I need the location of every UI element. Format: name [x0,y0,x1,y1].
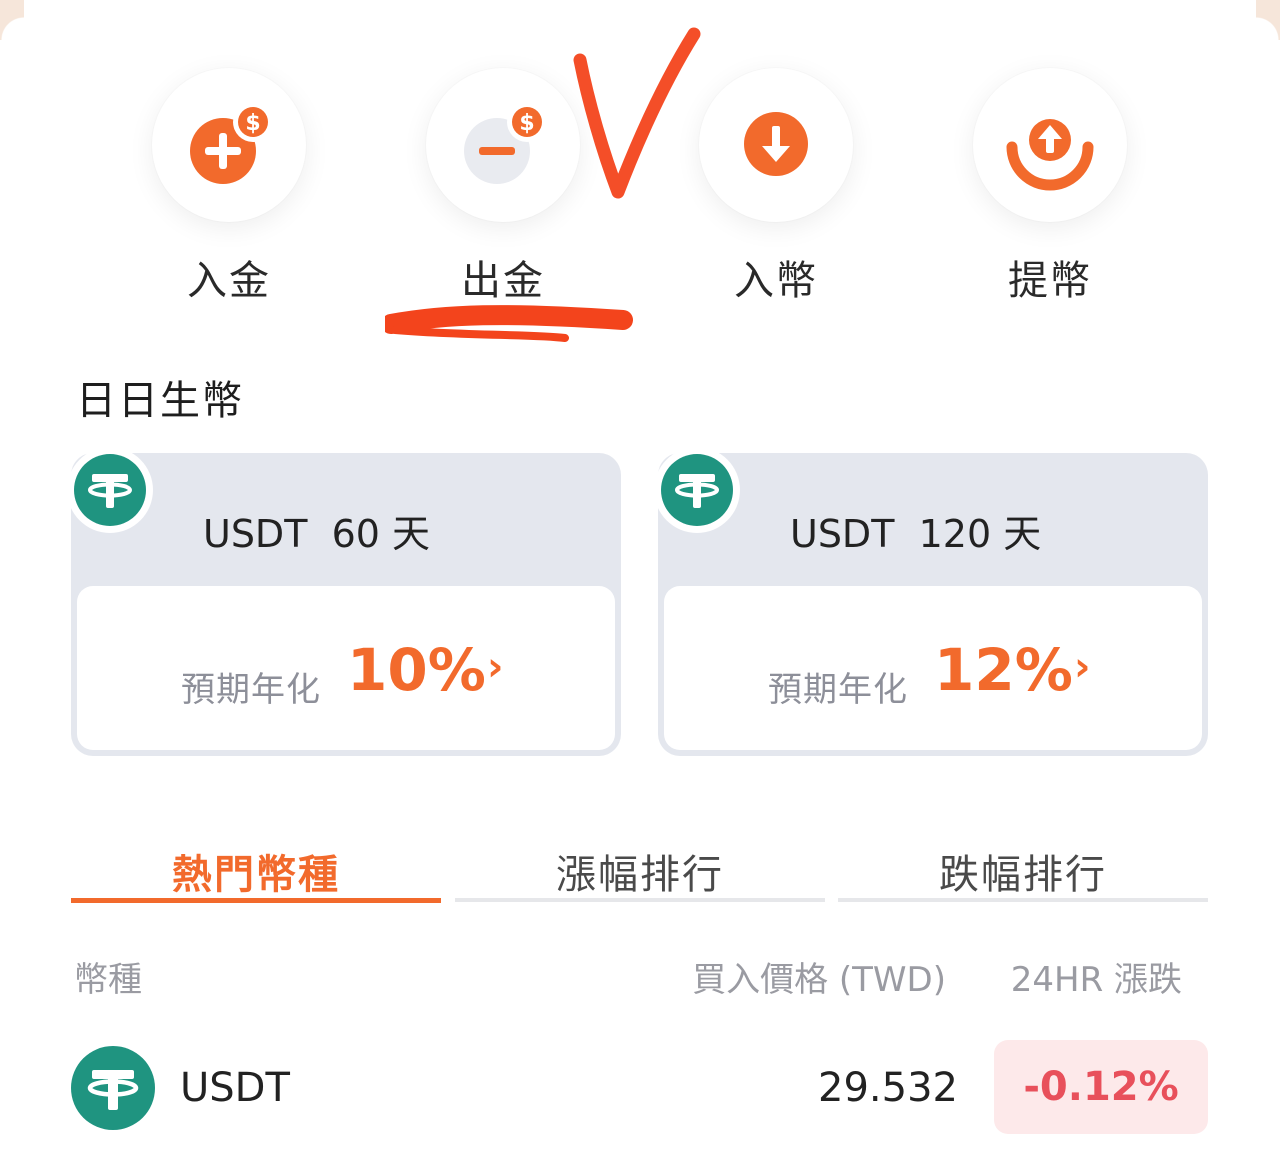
withdraw-fiat-circle[interactable]: $ [426,68,580,222]
buy-price: 29.532 [818,1065,958,1111]
tab-label: 熱門幣種 [172,852,340,898]
change-badge: -0.12% [994,1040,1208,1134]
deposit-coin-circle[interactable] [699,68,853,222]
withdraw-coin-button[interactable]: 提幣 [940,68,1160,306]
chevron-right-icon: › [1074,644,1091,690]
tab-underline [71,898,441,903]
chevron-right-icon: › [487,644,504,690]
tab-underline [455,898,825,902]
apy-label: 預期年化 [181,670,321,710]
withdraw-fiat-label: 出金 [461,258,545,304]
product-card-60[interactable]: USDT 60 天 預期年化 10% › [67,447,621,756]
product-apy-panel[interactable]: 預期年化 12% › [664,586,1202,750]
tab-underline [838,898,1208,902]
withdraw-coin-circle[interactable] [973,68,1127,222]
product-title: USDT 60 天 [203,512,431,556]
product-title: USDT 120 天 [790,512,1042,556]
apy-value: 10% [347,636,486,704]
tab-label: 跌幅排行 [939,852,1107,898]
withdraw-coin-label: 提幣 [1008,258,1092,304]
deposit-coin-label: 入幣 [734,258,818,304]
svg-text:$: $ [245,111,260,136]
deposit-fiat-circle[interactable]: $ [152,68,306,222]
frame-corner-left [0,0,24,40]
tab-hot-coins[interactable]: 熱門幣種 [71,842,441,903]
apy-value: 12% [934,636,1073,704]
column-header-change: 24HR 漲跌 [1010,960,1182,1000]
product-card-120[interactable]: USDT 120 天 預期年化 12% › [654,447,1208,756]
coin-withdraw-up-arrow-icon [1006,119,1094,191]
withdraw-minus-dollar-icon: $ [464,102,547,184]
deposit-plus-dollar-icon: $ [190,102,273,184]
section-title: 日日生幣 [76,378,244,424]
apy-label: 預期年化 [768,670,908,710]
frame-corner-right [1256,0,1280,40]
tab-top-gainers[interactable]: 漲幅排行 [455,842,825,902]
column-header-price: 買入價格 (TWD) [692,960,946,1000]
product-apy-panel[interactable]: 預期年化 10% › [77,586,615,750]
tether-icon [74,454,146,526]
tab-label: 漲幅排行 [556,852,724,898]
tether-icon [661,454,733,526]
deposit-fiat-label: 入金 [187,258,271,304]
svg-text:$: $ [519,111,534,136]
coin-deposit-down-arrow-icon [744,112,808,176]
tab-top-losers[interactable]: 跌幅排行 [838,842,1208,902]
product-badge [67,447,153,533]
deposit-fiat-button[interactable]: $ 入金 [119,68,339,306]
coin-name: USDT [180,1065,290,1111]
product-badge [654,447,740,533]
tether-icon [71,1046,155,1130]
column-header-coin: 幣種 [74,960,142,1000]
withdraw-fiat-button[interactable]: $ 出金 [393,68,613,306]
deposit-coin-button[interactable]: 入幣 [666,68,886,306]
